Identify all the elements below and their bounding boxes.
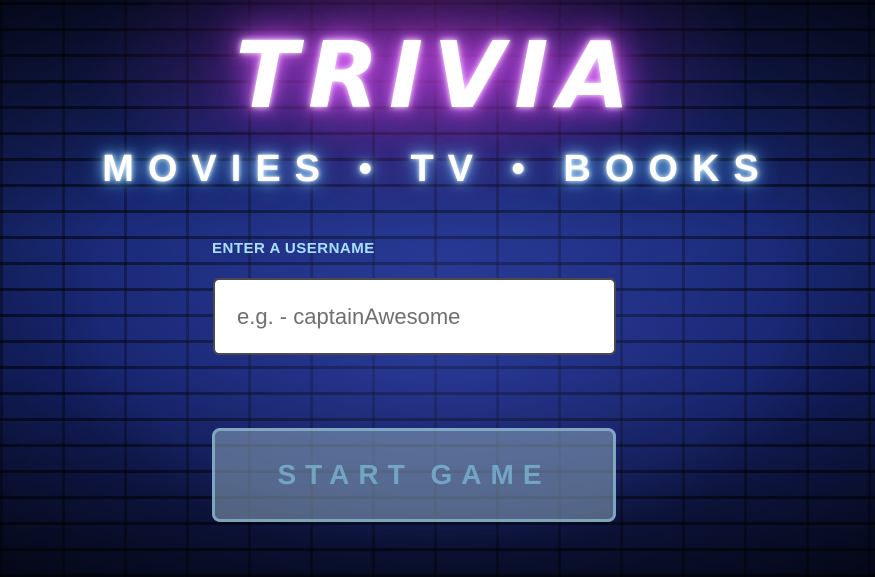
username-label: ENTER A USERNAME	[212, 240, 375, 257]
username-input[interactable]	[213, 278, 616, 355]
app-title: TRIVIA	[235, 22, 640, 129]
app-subtitle: MOVIES • TV • BOOKS	[102, 148, 773, 190]
start-game-button[interactable]: START GAME	[212, 428, 616, 522]
